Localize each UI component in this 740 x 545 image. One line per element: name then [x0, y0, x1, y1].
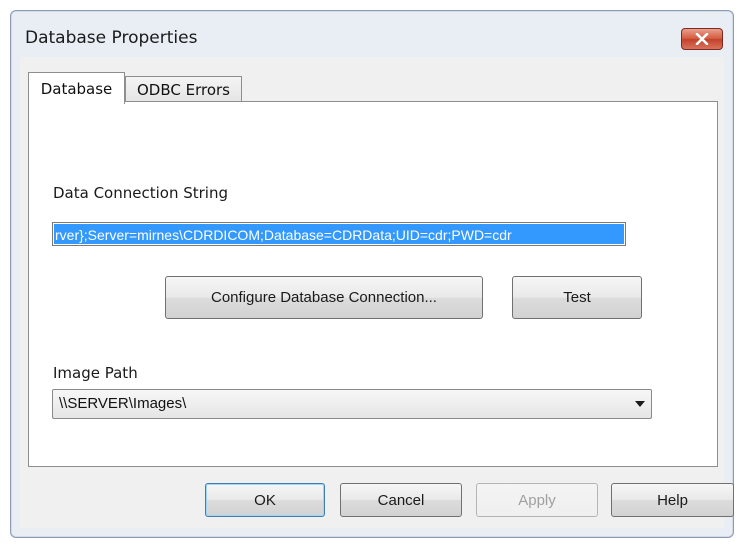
close-icon — [695, 33, 709, 45]
image-path-label: Image Path — [53, 364, 138, 382]
connection-string-label: Data Connection String — [53, 184, 228, 202]
apply-button[interactable]: Apply — [476, 483, 598, 517]
test-button[interactable]: Test — [512, 276, 642, 319]
tab-strip: Database ODBC Errors — [20, 69, 724, 104]
chevron-down-icon — [635, 401, 645, 407]
ok-button[interactable]: OK — [205, 483, 325, 517]
title-bar: Database Properties — [11, 11, 733, 57]
connection-string-value: rver};Server=mirnes\CDRDICOM;Database=CD… — [54, 224, 624, 244]
dialog-client-area: Database ODBC Errors Data Connection Str… — [20, 57, 734, 528]
database-properties-dialog: Database Properties Database ODBC Errors… — [10, 10, 734, 538]
window-title: Database Properties — [25, 28, 198, 48]
connection-string-input[interactable]: rver};Server=mirnes\CDRDICOM;Database=CD… — [52, 222, 626, 246]
tab-database[interactable]: Database — [28, 72, 125, 104]
image-path-value: \\SERVER\Images\ — [59, 395, 187, 412]
cancel-button[interactable]: Cancel — [340, 483, 462, 517]
tab-panel-database: Data Connection String rver};Server=mirn… — [28, 101, 718, 467]
help-button[interactable]: Help — [611, 483, 734, 517]
tab-odbc-errors[interactable]: ODBC Errors — [125, 76, 242, 103]
configure-database-connection-button[interactable]: Configure Database Connection... — [165, 276, 483, 319]
image-path-dropdown[interactable]: \\SERVER\Images\ — [52, 389, 652, 419]
close-button[interactable] — [681, 28, 723, 50]
